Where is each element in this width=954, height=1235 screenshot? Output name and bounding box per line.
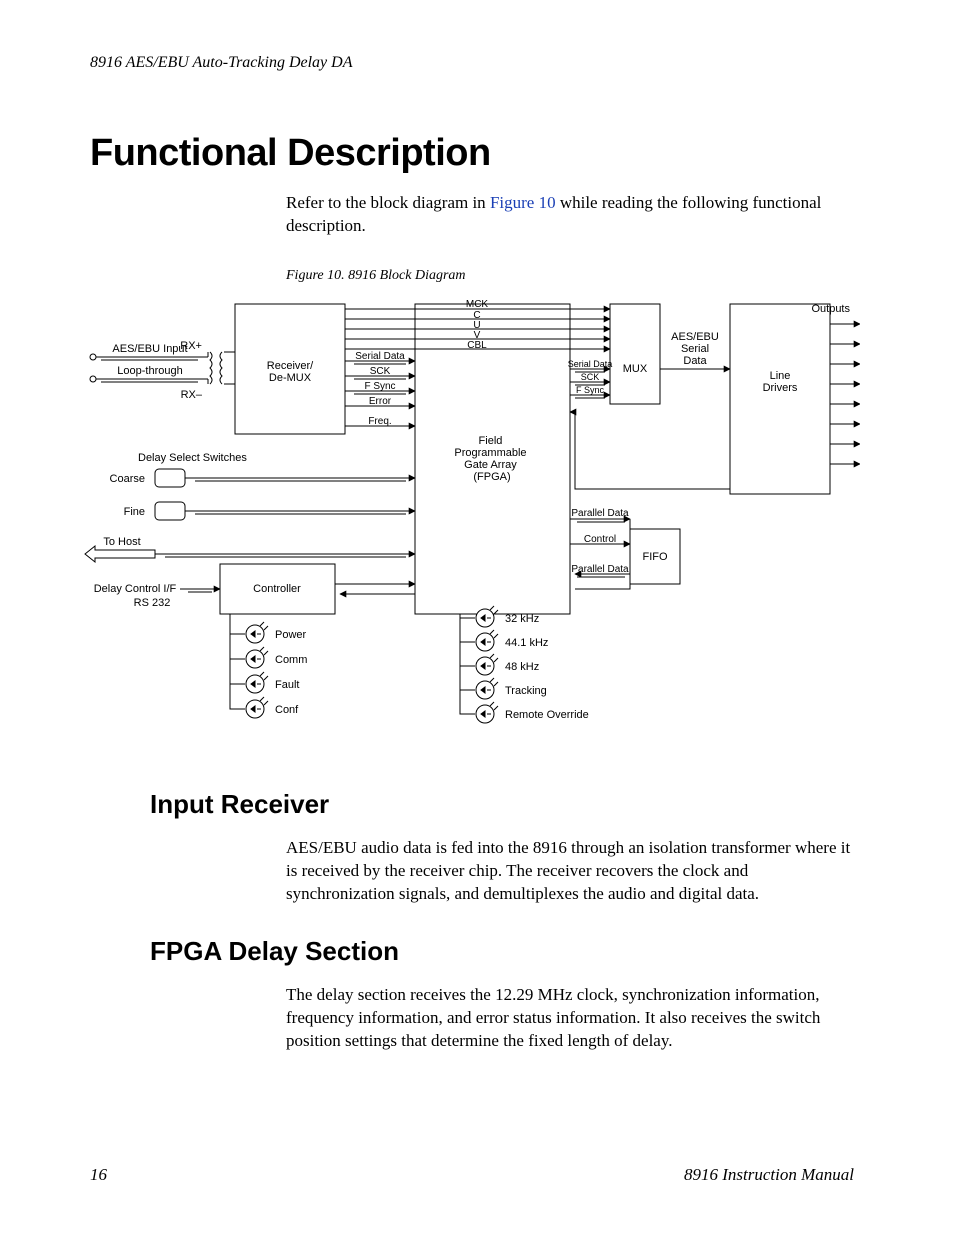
fine-label: Fine xyxy=(124,506,145,518)
rx-serial-data-label: Serial Data xyxy=(355,351,405,362)
rx-fsync-label: F Sync xyxy=(364,381,395,392)
isolation-transformer-icon xyxy=(210,352,222,384)
led-conf-label: Conf xyxy=(275,704,299,716)
block-diagram: Receiver/De-MUX AES/EBU Input Loop-throu… xyxy=(80,294,854,749)
led-icon xyxy=(476,606,498,723)
receiver-label: Receiver/De-MUX xyxy=(267,360,314,384)
led-group-left xyxy=(230,614,245,709)
led-fault-label: Fault xyxy=(275,679,299,691)
figure-crossref-link[interactable]: Figure 10 xyxy=(490,193,556,212)
mck-label: MCK xyxy=(466,299,489,310)
intro-paragraph: Refer to the block diagram in Figure 10 … xyxy=(286,192,854,238)
led-48khz-label: 48 kHz xyxy=(505,661,539,673)
led-comm-label: Comm xyxy=(275,654,307,666)
fpga-serial-data-label: Serial Data xyxy=(568,359,613,369)
fpga-fsync-label: F Sync xyxy=(576,385,605,395)
loop-through-label: Loop-through xyxy=(117,365,182,377)
to-host-label: To Host xyxy=(103,536,140,548)
aes-input-label: AES/EBU Input xyxy=(112,343,187,355)
delay-select-switches-label: Delay Select Switches xyxy=(138,452,247,464)
led-group-right xyxy=(460,614,475,714)
mux-label: MUX xyxy=(623,363,648,375)
running-header: 8916 AES/EBU Auto-Tracking Delay DA xyxy=(90,54,854,72)
to-host-arrow-icon xyxy=(85,546,155,562)
rx-freq-label: Freq. xyxy=(368,416,391,427)
fpga-delay-heading: FPGA Delay Section xyxy=(150,936,854,967)
rs232-label: RS 232 xyxy=(134,597,171,609)
cbl-label: CBL xyxy=(467,340,487,351)
rx-minus-label: RX– xyxy=(181,389,203,401)
fifo-label: FIFO xyxy=(642,551,667,563)
aes-serial-data-label: AES/EBUSerialData xyxy=(671,331,719,367)
led-32khz-label: 32 kHz xyxy=(505,613,539,625)
footer-doc-title: 8916 Instruction Manual xyxy=(684,1165,854,1185)
control-label: Control xyxy=(584,534,616,545)
fpga-sck-label: SCK xyxy=(581,372,600,382)
parallel-data-1-label: Parallel Data xyxy=(571,508,629,519)
fpga-delay-body: The delay section receives the 12.29 MHz… xyxy=(286,984,854,1053)
led-icon xyxy=(246,622,268,718)
outputs-label: Outputs xyxy=(811,303,850,315)
figure-caption: Figure 10. 8916 Block Diagram xyxy=(286,268,854,284)
led-tracking-label: Tracking xyxy=(505,685,547,697)
input-receiver-heading: Input Receiver xyxy=(150,789,854,820)
line-drivers-label: LineDrivers xyxy=(763,370,798,394)
section-heading: Functional Description xyxy=(90,132,854,175)
input-receiver-body: AES/EBU audio data is fed into the 8916 … xyxy=(286,837,854,906)
coarse-label: Coarse xyxy=(110,473,145,485)
rx-plus-label: RX+ xyxy=(180,340,202,352)
rx-sck-label: SCK xyxy=(370,366,391,377)
fpga-label: Field Programmable Gate Array (FPGA) xyxy=(454,435,529,483)
intro-text-pre: Refer to the block diagram in xyxy=(286,193,490,212)
page-number: 16 xyxy=(90,1165,107,1185)
led-remote-override-label: Remote Override xyxy=(505,709,589,721)
parallel-data-2-label: Parallel Data xyxy=(571,564,629,575)
delay-control-if-label: Delay Control I/F xyxy=(94,583,177,595)
rx-error-label: Error xyxy=(369,396,392,407)
led-power-label: Power xyxy=(275,629,307,641)
controller-label: Controller xyxy=(253,583,301,595)
led-441khz-label: 44.1 kHz xyxy=(505,637,548,649)
